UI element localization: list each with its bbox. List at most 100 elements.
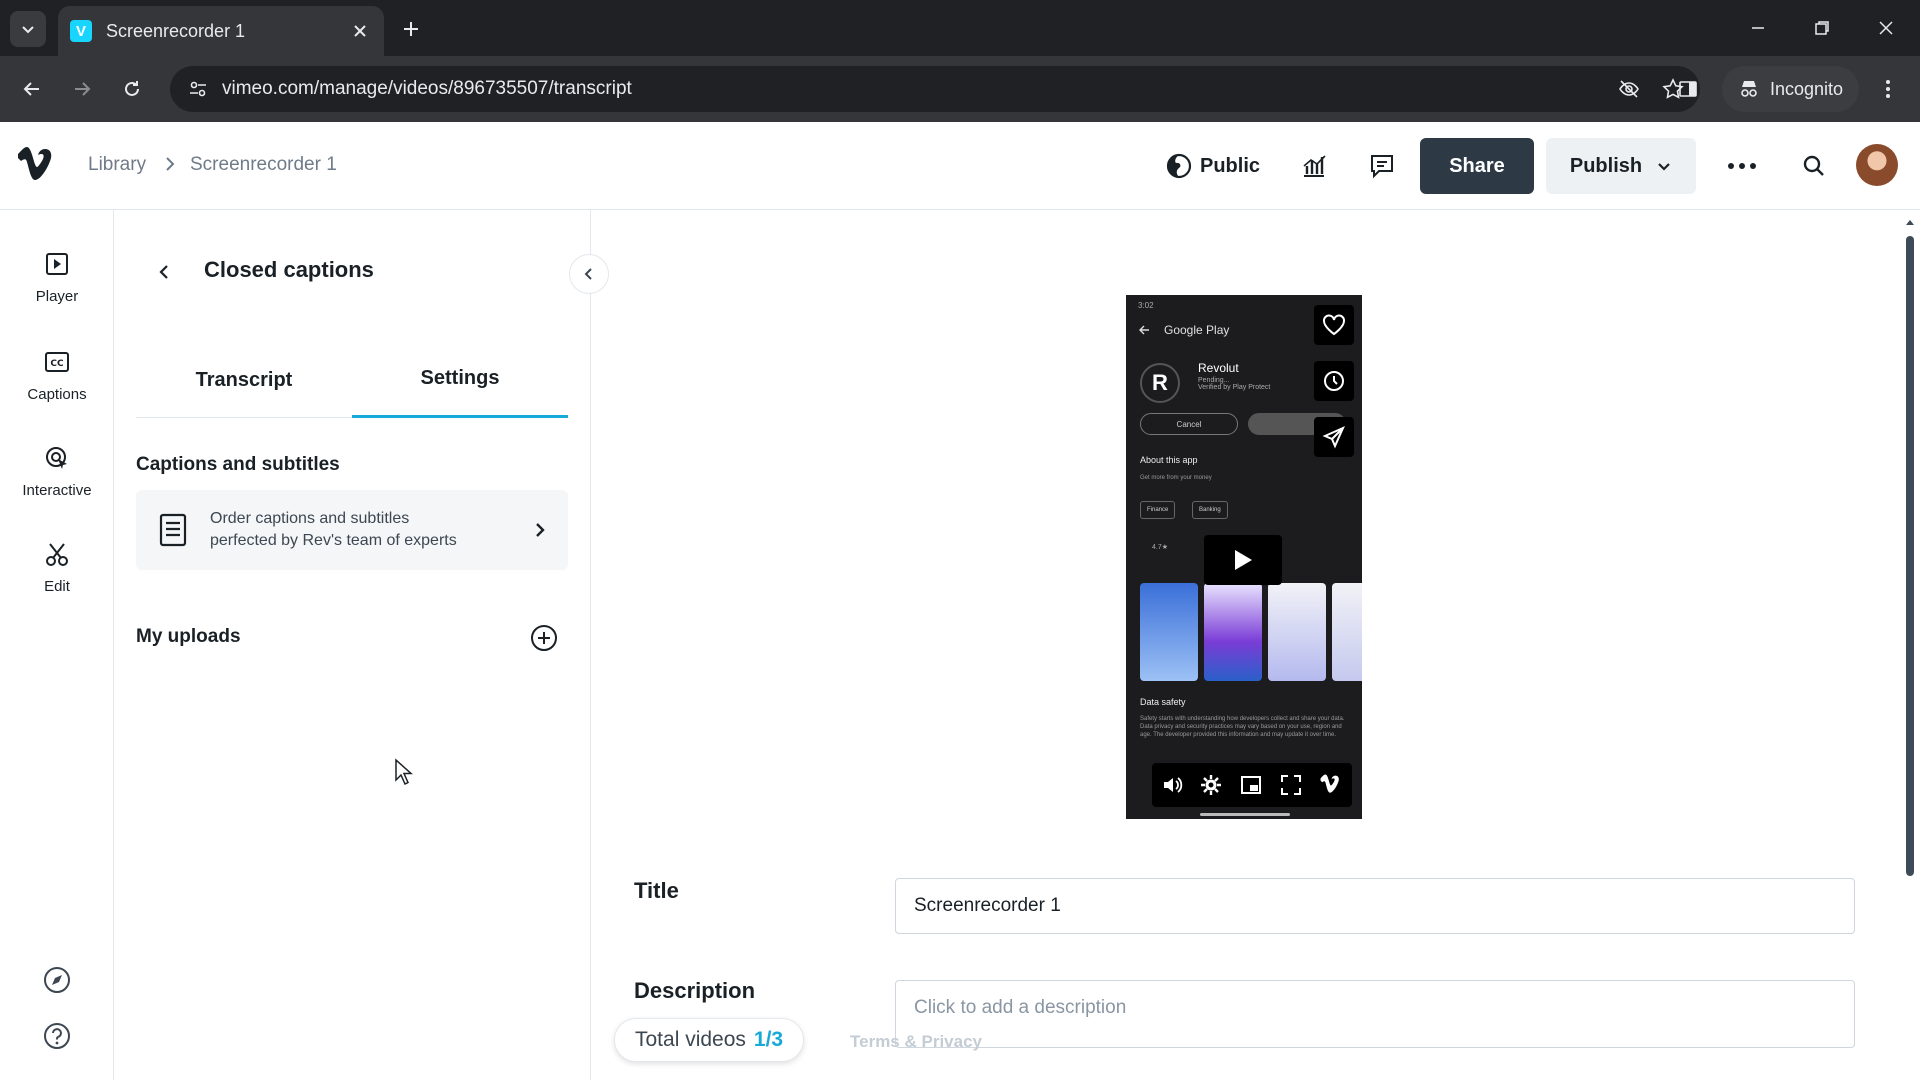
order-captions-card[interactable]: Order captions and subtitles perfected b…: [136, 490, 568, 570]
rail-item-label: Edit: [44, 578, 70, 595]
window-close-button[interactable]: [1868, 12, 1904, 44]
description-input[interactable]: Click to add a description: [895, 980, 1855, 1048]
video-app-status: Pending... Verified by Play Protect: [1198, 377, 1270, 391]
forward-button[interactable]: [66, 73, 98, 105]
add-upload-button[interactable]: [528, 622, 560, 654]
kebab-menu-icon: [1886, 80, 1890, 98]
rail-item-player[interactable]: Player: [0, 246, 114, 326]
analytics-icon: [1303, 155, 1326, 177]
video-data-safety-text: Safety starts with understanding how dev…: [1140, 716, 1345, 738]
settings-gear-icon[interactable]: [1200, 774, 1222, 796]
rail-item-label: Interactive: [22, 482, 92, 499]
video-screenshot: [1204, 583, 1262, 681]
vimeo-logo-icon[interactable]: [1319, 774, 1343, 796]
video-watch-later-button[interactable]: [1314, 361, 1354, 401]
reload-button[interactable]: [116, 73, 148, 105]
new-tab-button[interactable]: [396, 14, 426, 44]
breadcrumb-current: Screenrecorder 1: [190, 154, 337, 175]
scroll-up-icon[interactable]: [1905, 218, 1915, 226]
tab-close-button[interactable]: [348, 19, 372, 43]
minimize-button[interactable]: [1740, 12, 1776, 44]
picture-in-picture-icon[interactable]: [1240, 775, 1262, 795]
chevron-right-icon: [536, 523, 545, 537]
globe-icon: [1166, 153, 1192, 179]
total-videos-pill[interactable]: Total videos 1/3: [614, 1018, 805, 1062]
tab-search-button[interactable]: [10, 11, 46, 47]
tab-settings[interactable]: Settings: [352, 342, 568, 418]
incognito-indicator[interactable]: Incognito: [1722, 66, 1860, 112]
volume-icon[interactable]: [1161, 774, 1183, 796]
panel-back-button[interactable]: [150, 258, 178, 286]
video-progress-bar[interactable]: [1200, 813, 1290, 816]
video-status-time: 3:02: [1138, 301, 1154, 310]
more-horizontal-icon: [1728, 163, 1756, 169]
rail-item-captions[interactable]: CC Captions: [0, 344, 114, 424]
panel-title: Closed captions: [204, 257, 374, 282]
help-button[interactable]: [41, 1020, 73, 1052]
side-panel-button[interactable]: [1672, 73, 1704, 105]
video-app-status-text: Pending...: [1198, 377, 1230, 384]
back-button[interactable]: [16, 73, 48, 105]
breadcrumb-library[interactable]: Library: [88, 154, 146, 176]
arrow-left-icon: [23, 82, 39, 96]
chevron-left-icon: [584, 268, 592, 280]
avatar[interactable]: [1856, 144, 1898, 186]
address-bar[interactable]: vimeo.com/manage/videos/896735507/transc…: [170, 66, 1700, 112]
video-cancel-pill: Cancel: [1140, 413, 1238, 435]
terms-privacy-link[interactable]: Terms & Privacy: [850, 1032, 982, 1052]
order-text-line2: perfected by Rev's team of experts: [210, 532, 457, 549]
plus-circle-icon: [531, 625, 557, 651]
order-text-line1: Order captions and subtitles: [210, 510, 410, 527]
video-rating: 4.7★: [1152, 544, 1169, 551]
video-screenshot: [1140, 583, 1198, 681]
total-videos-label: Total videos: [635, 1028, 746, 1051]
chevron-down-icon: [22, 26, 34, 34]
order-captions-text: Order captions and subtitles perfected b…: [210, 508, 534, 552]
privacy-button[interactable]: Public: [1166, 144, 1260, 188]
scrollbar-thumb[interactable]: [1906, 236, 1914, 876]
title-input[interactable]: Screenrecorder 1: [895, 878, 1855, 934]
vimeo-logo[interactable]: [16, 146, 58, 186]
video-chip: Finance: [1140, 501, 1176, 519]
rail-item-edit[interactable]: Edit: [0, 536, 114, 616]
play-icon: [1235, 550, 1252, 570]
explore-button[interactable]: [41, 964, 73, 996]
site-settings-icon: [190, 81, 206, 97]
browser-tab[interactable]: V Screenrecorder 1: [58, 6, 384, 56]
revolut-logo: R: [1140, 363, 1180, 403]
video-share-button[interactable]: [1314, 417, 1354, 457]
incognito-label: Incognito: [1770, 78, 1844, 99]
share-button[interactable]: Share: [1420, 138, 1534, 194]
publish-button[interactable]: Publish: [1546, 138, 1696, 194]
page-scrollbar[interactable]: [1900, 210, 1920, 1080]
side-panel-icon: [1679, 81, 1697, 97]
video-chip: Banking: [1192, 501, 1228, 519]
video-like-button[interactable]: [1314, 305, 1354, 345]
vimeo-favicon-icon: V: [70, 20, 92, 42]
restore-button[interactable]: [1804, 12, 1840, 44]
fullscreen-icon[interactable]: [1280, 774, 1302, 796]
video-player[interactable]: 3:02 Google Play R Revolut Pending... Ve…: [1126, 295, 1362, 819]
tab-transcript[interactable]: Transcript: [136, 342, 352, 418]
comments-button[interactable]: [1364, 148, 1400, 184]
browser-menu-button[interactable]: [1872, 73, 1904, 105]
search-button[interactable]: [1796, 148, 1832, 184]
video-play-button[interactable]: [1204, 535, 1282, 585]
video-controls: [1152, 763, 1352, 807]
analytics-button[interactable]: [1296, 148, 1332, 184]
search-icon: [1803, 155, 1824, 176]
uploads-section-label: My uploads: [136, 626, 241, 647]
chevron-left-icon: [159, 265, 168, 279]
eye-off-icon: [1619, 80, 1639, 98]
reload-icon: [125, 81, 139, 96]
tracking-blocked-button[interactable]: [1612, 72, 1646, 106]
rail-item-interactive[interactable]: Interactive: [0, 440, 114, 520]
collapse-panel-button[interactable]: [569, 254, 609, 294]
browser-toolbar: vimeo.com/manage/videos/896735507/transc…: [0, 56, 1920, 122]
video-store-title: Google Play: [1164, 323, 1230, 337]
send-icon: [1322, 426, 1345, 449]
heart-icon: [1323, 314, 1345, 336]
closed-captions-panel: Closed captions Transcript Settings Capt…: [114, 210, 609, 1080]
video-about-title: About this app: [1140, 455, 1198, 465]
more-options-button[interactable]: [1724, 148, 1760, 184]
